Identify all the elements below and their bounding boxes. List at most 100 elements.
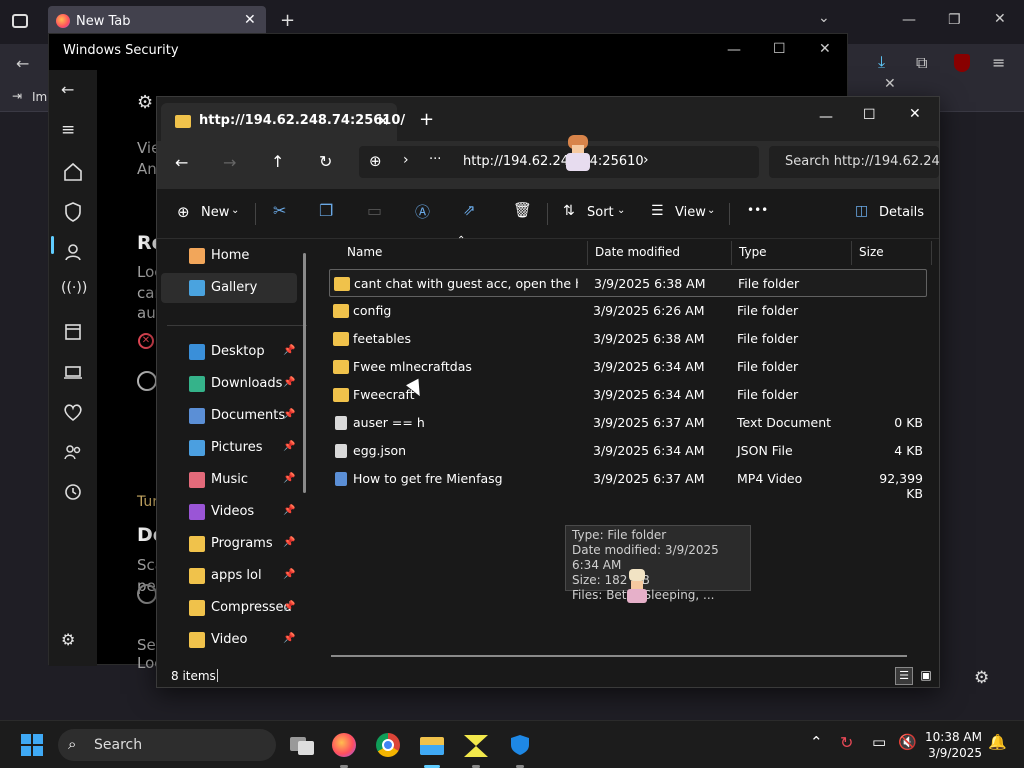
menu-icon[interactable]: ≡ [992,53,1005,72]
address-bar[interactable]: ⊕ › ··· http://194.62.248.74:25610 › [359,146,759,178]
app-icon[interactable] [460,729,492,768]
pin-icon[interactable]: 📌 [283,345,295,356]
search-box[interactable]: Search http://194.62.248.74:25610 [769,146,939,178]
sidebar-item-gallery[interactable]: Gallery [161,273,297,303]
device-health-icon[interactable] [61,400,85,424]
firefox-app-icon[interactable] [328,729,360,768]
sidebar-item-compressed[interactable]: Compressed 📌 [161,593,297,623]
toggle-switch[interactable] [137,584,157,604]
more-locations-icon[interactable]: ··· [429,152,441,167]
explorer-tab[interactable]: http://194.62.248.74:25610/ ✕ [161,103,405,141]
table-row[interactable]: auser == h 3/9/2025 6:37 AM Text Document 0… [329,409,927,437]
app-browser-control-icon[interactable] [61,320,85,344]
new-tab-button[interactable]: + [280,10,295,31]
more-options-icon[interactable]: ••• [747,203,768,217]
home-icon[interactable] [61,160,85,184]
sidebar-item-pictures[interactable]: Pictures 📌 [161,433,297,463]
new-button[interactable]: ⊕ New ⌄ [177,203,243,225]
close-window-icon[interactable]: ✕ [994,11,1006,27]
account-protection-icon[interactable] [61,240,85,264]
column-header-date[interactable]: Date modified [595,245,680,259]
task-view-icon[interactable] [286,729,318,761]
start-windows-icon[interactable] [20,733,44,757]
settings-gear-icon[interactable]: ⚙ [974,668,989,688]
table-row[interactable]: feetables 3/9/2025 6:38 AM File folder [329,325,927,353]
copy-icon[interactable]: ❐ [319,201,333,220]
sidebar-item-videos[interactable]: Videos 📌 [161,497,297,527]
notification-bell-icon[interactable]: 🔔 [988,733,1007,751]
view-button[interactable]: ☰ View ⌄ [651,203,717,225]
sidebar-item-home[interactable]: Home [161,241,297,271]
close-tab-icon[interactable]: ✕ [244,12,256,28]
volume-muted-icon[interactable]: 🔇 [898,733,917,751]
chrome-app-icon[interactable] [372,729,404,761]
table-row[interactable]: cant chat with guest acc, open the how t… [329,269,927,297]
rename-icon[interactable]: Ⓐ [415,201,430,222]
sidebar-item-music[interactable]: Music 📌 [161,465,297,495]
tiles-view-toggle[interactable]: ▣ [917,667,935,685]
downloads-icon[interactable]: ⤓ [878,52,885,72]
new-tab-button[interactable]: + [419,109,434,130]
pin-icon[interactable]: 📌 [283,377,295,388]
share-icon[interactable]: ⇗ [463,201,476,219]
delete-icon[interactable]: 🗑 [513,201,532,219]
import-bookmarks-icon[interactable]: ⇥ [12,89,22,103]
sidebar-item-documents[interactable]: Documents 📌 [161,401,297,431]
column-header-name[interactable]: Name [347,245,382,259]
tab-list-icon[interactable] [12,14,28,28]
forward-icon[interactable]: → [223,153,236,172]
pin-icon[interactable]: 📌 [283,409,295,420]
file-explorer-app-icon[interactable] [416,729,448,768]
restore-icon[interactable]: ❐ [948,12,961,28]
column-header-type[interactable]: Type [739,245,767,259]
sort-button[interactable]: ⇅ Sort ⌄ [563,203,627,225]
sync-icon[interactable]: ↻ [840,733,853,752]
chevron-right-icon[interactable]: › [643,152,649,168]
taskbar-clock[interactable]: 10:38 AM 3/9/2025 [920,729,982,761]
sidebar-item-apps-lol[interactable]: apps lol 📌 [161,561,297,591]
pin-icon[interactable]: 📌 [283,441,295,452]
maximize-icon[interactable]: ☐ [863,107,876,123]
close-window-icon[interactable]: ✕ [819,41,831,57]
sidebar-item-desktop[interactable]: Desktop 📌 [161,337,297,367]
windows-security-app-icon[interactable] [504,729,536,768]
toggle-switch[interactable] [137,371,157,391]
sidebar-item-video[interactable]: Video 📌 [161,625,297,655]
cut-icon[interactable]: ✂ [273,201,286,220]
tab-overflow-icon[interactable]: ⌄ [818,10,830,26]
sidebar-item-programs[interactable]: Programs 📌 [161,529,297,559]
minimize-icon[interactable]: — [902,12,916,28]
pin-icon[interactable]: 📌 [283,569,295,580]
ublock-icon[interactable] [954,54,970,72]
pin-icon[interactable]: 📌 [283,633,295,644]
device-security-icon[interactable] [61,360,85,384]
close-bar-icon[interactable]: ✕ [884,76,896,92]
pin-icon[interactable]: 📌 [283,473,295,484]
horizontal-scrollbar[interactable] [331,655,907,657]
hamburger-menu-icon[interactable]: ≡ [61,120,85,144]
table-row[interactable]: egg.json 3/9/2025 6:34 AM JSON File 4 KB [329,437,927,465]
display-icon[interactable]: ▭ [872,733,886,751]
details-view-toggle[interactable]: ☰ [895,667,913,685]
close-tab-icon[interactable]: ✕ [377,112,390,130]
table-row[interactable]: config 3/9/2025 6:26 AM File folder [329,297,927,325]
protection-history-icon[interactable] [61,480,85,504]
column-divider[interactable] [851,241,852,265]
column-header-size[interactable]: Size [859,245,884,259]
column-divider[interactable] [931,241,932,265]
virus-protection-shield-icon[interactable] [61,200,85,224]
refresh-icon[interactable]: ↻ [319,152,332,171]
settings-gear-icon[interactable]: ⚙ [61,630,85,654]
back-icon[interactable]: ← [175,153,188,172]
chevron-up-icon[interactable]: ⌃ [810,733,823,751]
table-row[interactable]: Fwee mlnecraftdas 3/9/2025 6:34 AM File fo… [329,353,927,381]
firewall-network-icon[interactable]: ((·)) [61,280,87,304]
pin-icon[interactable]: 📌 [283,505,295,516]
column-divider[interactable] [587,241,588,265]
pin-icon[interactable]: 📌 [283,601,295,612]
minimize-icon[interactable]: — [727,42,741,58]
details-pane-button[interactable]: ◫ Details [855,203,924,225]
section-link[interactable]: Tur [137,494,158,510]
sidebar-scrollbar[interactable] [303,253,306,493]
family-options-icon[interactable] [61,440,85,464]
